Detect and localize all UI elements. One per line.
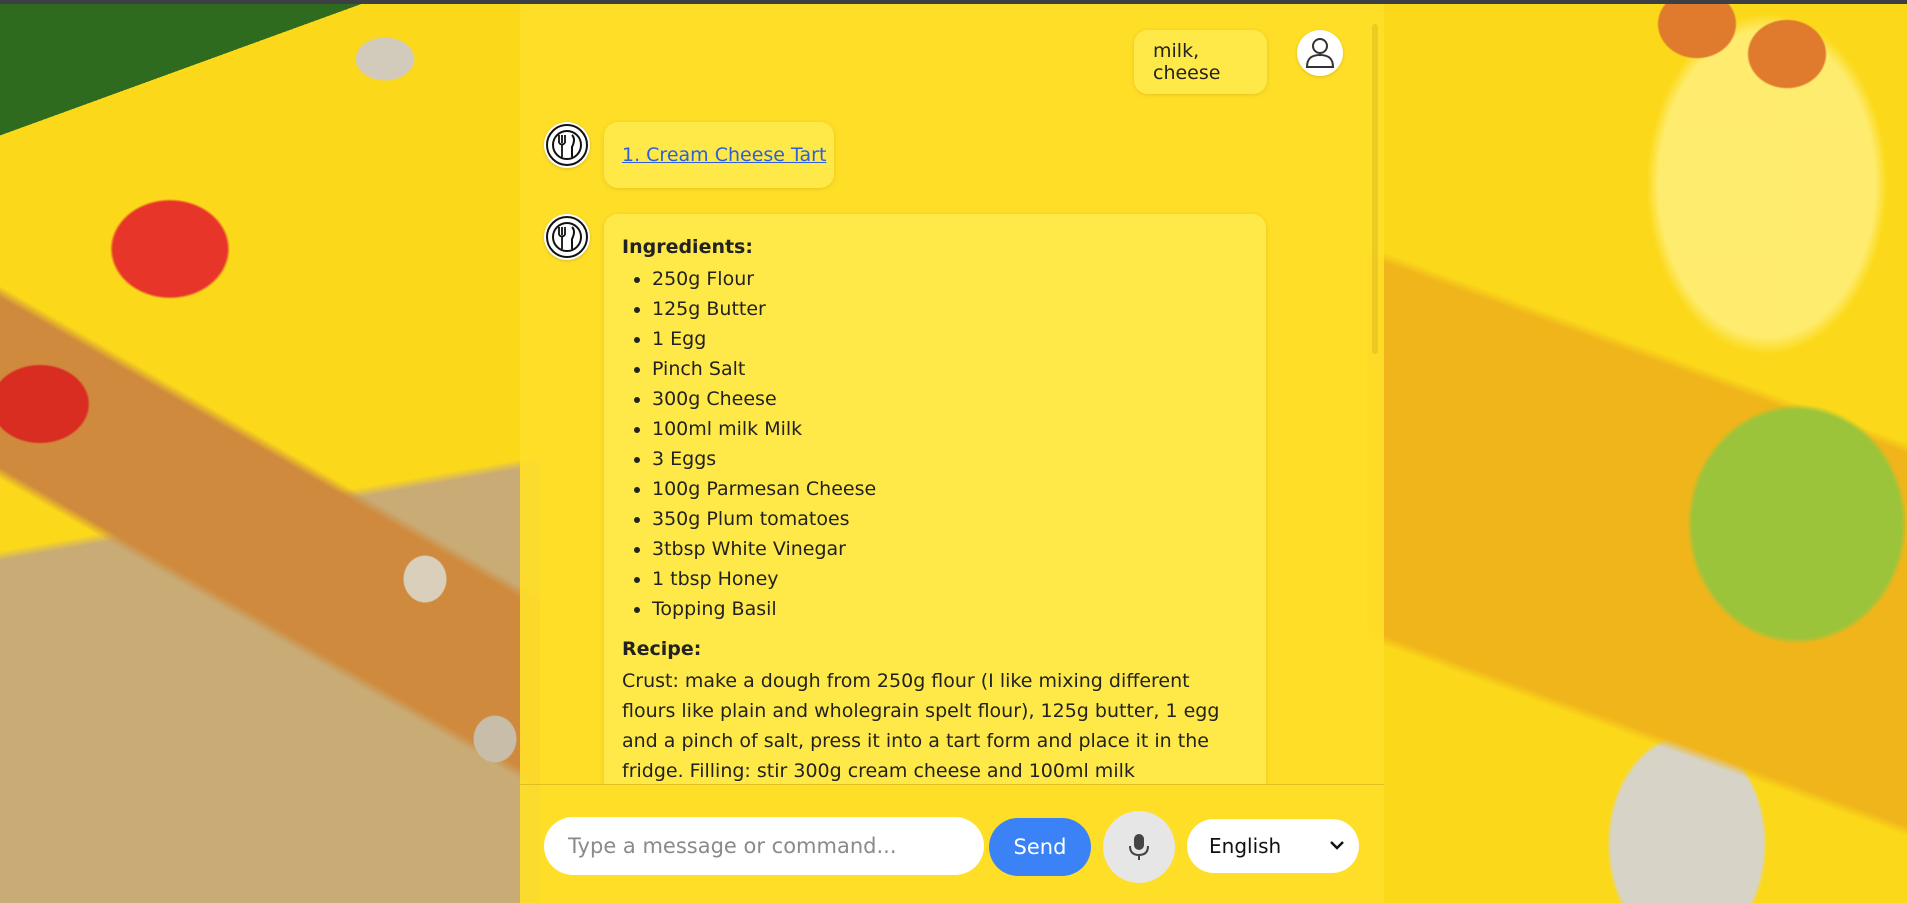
send-button[interactable]: Send: [989, 818, 1091, 876]
ingredient-item: 3tbsp White Vinegar: [652, 534, 1248, 564]
ingredient-item: 100ml milk Milk: [652, 414, 1248, 444]
recipe-link[interactable]: 1. Cream Cheese Tart: [622, 144, 826, 166]
scrollbar[interactable]: [1372, 24, 1378, 354]
message-list[interactable]: milk, cheese 1. Cream Cheese Tart Ingred…: [520, 4, 1384, 784]
ingredient-item: Pinch Salt: [652, 354, 1248, 384]
language-select[interactable]: English: [1187, 819, 1359, 873]
fork-knife-icon: [546, 216, 588, 258]
chat-panel: milk, cheese 1. Cream Cheese Tart Ingred…: [520, 4, 1384, 903]
recipe-bubble: Ingredients: 250g Flour 125g Butter 1 Eg…: [604, 214, 1266, 784]
background-groceries-right: [1367, 4, 1907, 903]
recipe-heading: Recipe:: [622, 638, 702, 660]
user-message-text: milk, cheese: [1153, 40, 1221, 84]
recipe-text: Crust: make a dough from 250g flour (I l…: [622, 670, 1220, 782]
user-avatar: [1297, 30, 1343, 76]
ingredient-item: 1 tbsp Honey: [652, 564, 1248, 594]
bot-link-bubble: 1. Cream Cheese Tart: [604, 122, 834, 188]
user-icon: [1305, 38, 1335, 68]
ingredient-item: 125g Butter: [652, 294, 1248, 324]
language-select-value: English: [1209, 834, 1282, 858]
microphone-icon: [1129, 834, 1149, 860]
background-groceries-left: [0, 4, 540, 903]
user-message-bubble: milk, cheese: [1134, 30, 1267, 94]
ingredients-heading: Ingredients:: [622, 236, 753, 258]
composer: Send English: [520, 785, 1384, 903]
ingredient-item: 350g Plum tomatoes: [652, 504, 1248, 534]
ingredient-item: 250g Flour: [652, 264, 1248, 294]
fork-knife-icon: [546, 124, 588, 166]
ingredient-item: 3 Eggs: [652, 444, 1248, 474]
message-input[interactable]: [544, 817, 984, 875]
microphone-button[interactable]: [1103, 811, 1175, 883]
bot-avatar: [544, 122, 590, 168]
chevron-down-icon: [1330, 841, 1344, 850]
bot-avatar: [544, 214, 590, 260]
ingredient-item: 1 Egg: [652, 324, 1248, 354]
ingredient-item: 300g Cheese: [652, 384, 1248, 414]
ingredients-list: 250g Flour 125g Butter 1 Egg Pinch Salt …: [622, 264, 1248, 624]
ingredient-item: 100g Parmesan Cheese: [652, 474, 1248, 504]
ingredient-item: Topping Basil: [652, 594, 1248, 624]
